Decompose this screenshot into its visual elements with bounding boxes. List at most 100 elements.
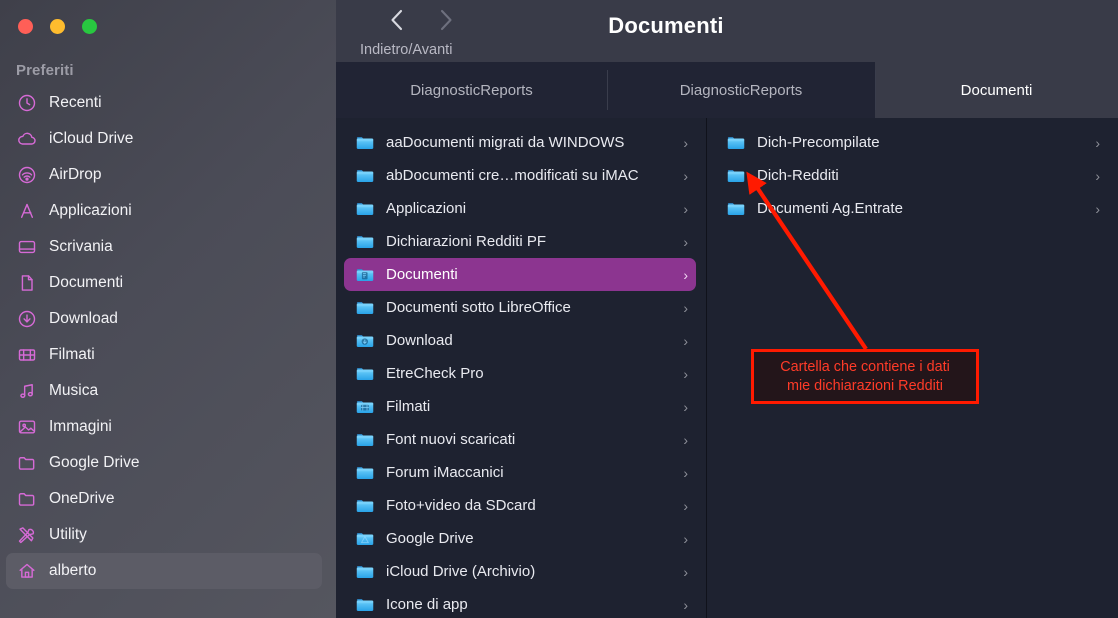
tools-icon xyxy=(16,524,38,546)
annotation-callout: Cartella che contiene i dati mie dichiar… xyxy=(751,349,979,404)
folder-icon xyxy=(725,165,747,187)
tab-1[interactable]: DiagnosticReports xyxy=(336,62,607,118)
file-row[interactable]: Dich-Precompilate › xyxy=(715,126,1108,159)
folder-movies-icon xyxy=(356,400,374,413)
folder-icon xyxy=(356,169,374,182)
chevron-right-icon: › xyxy=(683,200,688,217)
airdrop-icon xyxy=(18,166,36,184)
file-name: Dichiarazioni Redditi PF xyxy=(386,233,547,250)
sidebar-item-scrivania[interactable]: Scrivania xyxy=(6,229,322,265)
film-icon xyxy=(18,349,36,361)
folder-icon xyxy=(356,433,374,446)
tools-icon xyxy=(18,527,35,544)
sidebar-item-documenti[interactable]: Documenti xyxy=(6,265,322,301)
file-row[interactable]: aaDocumenti migrati da WINDOWS › xyxy=(344,126,696,159)
file-row[interactable]: Documenti sotto LibreOffice › xyxy=(344,291,696,324)
tab-divider xyxy=(607,70,608,110)
app-store-icon xyxy=(16,200,38,222)
folder-downloads-icon xyxy=(356,334,374,347)
clock-icon xyxy=(16,92,38,114)
folder-icon xyxy=(356,367,374,380)
sidebar-item-alberto[interactable]: alberto xyxy=(6,553,322,589)
chevron-right-icon: › xyxy=(683,398,688,415)
airdrop-icon xyxy=(16,164,38,186)
file-row[interactable]: Applicazioni › xyxy=(344,192,696,225)
chevron-right-icon: › xyxy=(683,596,688,613)
file-row[interactable]: Icone di app › xyxy=(344,588,696,618)
clock-icon xyxy=(18,94,36,112)
sidebar-item-applicazioni[interactable]: Applicazioni xyxy=(6,193,322,229)
zoom-button[interactable] xyxy=(82,19,97,34)
folder-gdrive-icon xyxy=(354,528,376,550)
folder-icon xyxy=(354,594,376,616)
sidebar-item-filmati[interactable]: Filmati xyxy=(6,337,322,373)
folder-icon xyxy=(356,598,374,611)
sidebar-item-airdrop[interactable]: AirDrop xyxy=(6,157,322,193)
file-row[interactable]: Documenti Ag.Entrate › xyxy=(715,192,1108,225)
folder-icon xyxy=(356,301,374,314)
sidebar-item-label: alberto xyxy=(49,562,97,579)
file-row[interactable]: Dich-Redditi › xyxy=(715,159,1108,192)
sidebar-item-download[interactable]: Download xyxy=(6,301,322,337)
folder-icon xyxy=(354,429,376,451)
file-name: Dich-Redditi xyxy=(757,167,839,184)
file-name: Font nuovi scaricati xyxy=(386,431,516,448)
chevron-right-icon: › xyxy=(1095,200,1100,217)
file-row[interactable]: Dichiarazioni Redditi PF › xyxy=(344,225,696,258)
sidebar-item-label: Utility xyxy=(49,526,87,543)
file-name: Forum iMaccanici xyxy=(386,464,504,481)
sidebar-section-header: Preferiti xyxy=(16,62,74,79)
minimize-button[interactable] xyxy=(50,19,65,34)
home-icon xyxy=(16,560,38,582)
file-row[interactable]: Documenti › xyxy=(344,258,696,291)
sidebar-item-label: Recenti xyxy=(49,94,102,111)
chevron-right-icon: › xyxy=(683,464,688,481)
file-row[interactable]: Foto+video da SDcard › xyxy=(344,489,696,522)
sidebar-item-label: Download xyxy=(49,310,118,327)
sidebar-item-recenti[interactable]: Recenti xyxy=(6,85,322,121)
sidebar: Preferiti Recenti iCloud Drive AirDrop Appl… xyxy=(0,0,336,618)
chevron-right-icon: › xyxy=(683,332,688,349)
folder-icon xyxy=(18,457,35,470)
photo-icon xyxy=(18,420,36,434)
file-row[interactable]: Filmati › xyxy=(344,390,696,423)
home-icon xyxy=(19,563,35,578)
tab-3[interactable]: Documenti xyxy=(875,62,1118,118)
sidebar-item-utility[interactable]: Utility xyxy=(6,517,322,553)
folder-icon xyxy=(16,488,38,510)
sidebar-item-musica[interactable]: Musica xyxy=(6,373,322,409)
file-row[interactable]: Forum iMaccanici › xyxy=(344,456,696,489)
sidebar-item-label: Scrivania xyxy=(49,238,113,255)
file-name: Filmati xyxy=(386,398,431,415)
folder-icon xyxy=(727,136,745,149)
page-title: Documenti xyxy=(608,13,724,38)
folder-icon xyxy=(356,202,374,215)
app-store-icon xyxy=(20,203,34,218)
file-row[interactable]: EtreCheck Pro › xyxy=(344,357,696,390)
tab-divider xyxy=(875,70,876,110)
close-button[interactable] xyxy=(18,19,33,34)
tab-2[interactable]: DiagnosticReports xyxy=(607,62,875,118)
folder-icon xyxy=(354,132,376,154)
sidebar-item-label: Google Drive xyxy=(49,454,140,471)
sidebar-item-google-drive[interactable]: Google Drive xyxy=(6,445,322,481)
folder-documents-icon xyxy=(354,264,376,286)
folder-gdrive-icon xyxy=(356,532,374,545)
file-row[interactable]: Download › xyxy=(344,324,696,357)
music-note-icon xyxy=(16,380,38,402)
file-row[interactable]: Font nuovi scaricati › xyxy=(344,423,696,456)
file-row[interactable]: Google Drive › xyxy=(344,522,696,555)
folder-icon xyxy=(356,499,374,512)
file-row[interactable]: iCloud Drive (Archivio) › xyxy=(344,555,696,588)
sidebar-item-immagini[interactable]: Immagini xyxy=(6,409,322,445)
folder-icon xyxy=(354,231,376,253)
folder-icon xyxy=(727,202,745,215)
document-icon xyxy=(16,272,38,294)
sidebar-item-onedrive[interactable]: OneDrive xyxy=(6,481,322,517)
file-name: Icone di app xyxy=(386,596,468,613)
folder-icon xyxy=(354,495,376,517)
navigation-label: Indietro/Avanti xyxy=(360,42,453,58)
file-row[interactable]: abDocumenti cre…modificati su iMAC › xyxy=(344,159,696,192)
folder-icon xyxy=(356,136,374,149)
sidebar-item-icloud-drive[interactable]: iCloud Drive xyxy=(6,121,322,157)
